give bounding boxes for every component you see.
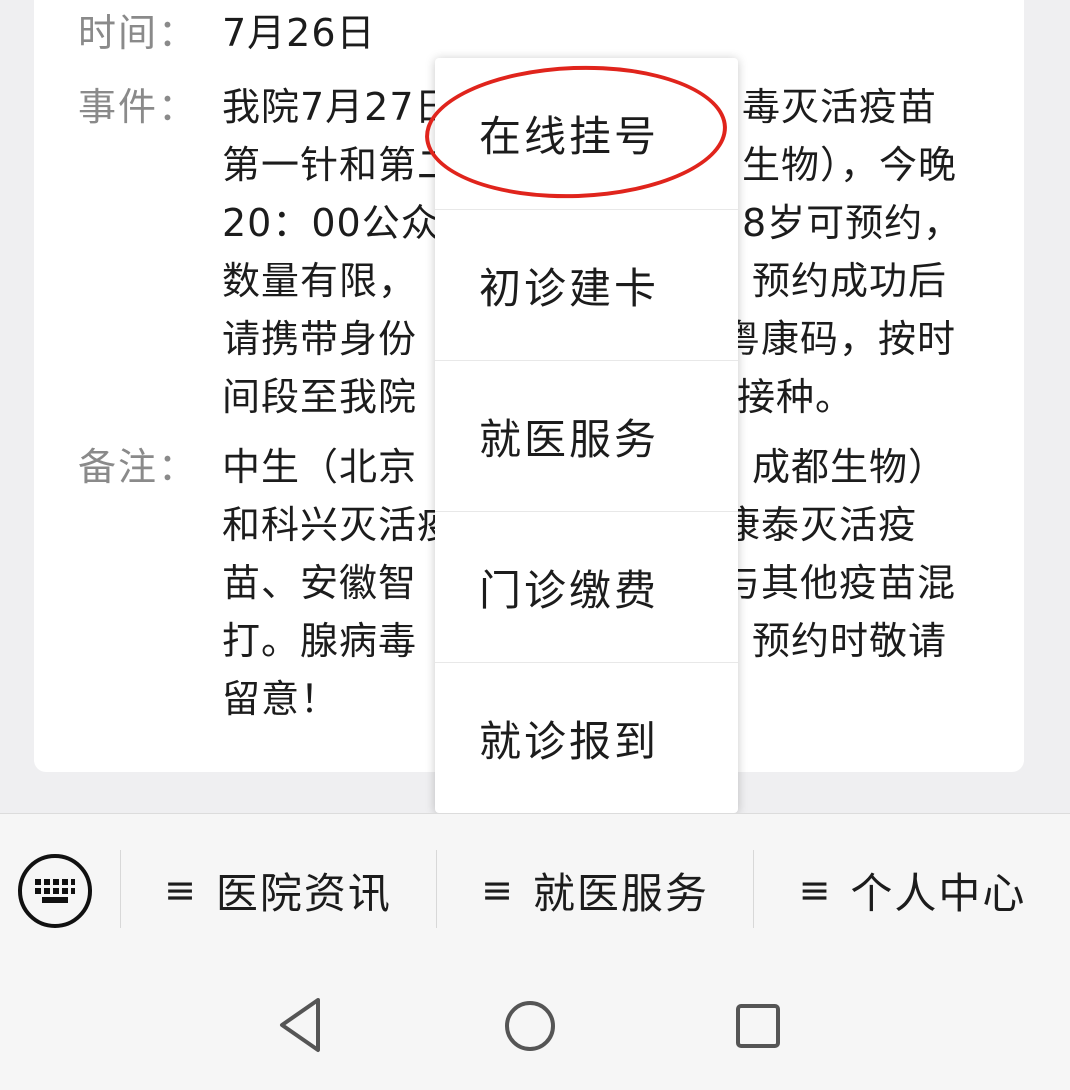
tab-personal-center[interactable]: ≡ 个人中心 [755, 850, 1070, 930]
tab-divider [753, 850, 754, 928]
event-label: 事件： [78, 85, 199, 129]
tab-hospital-news[interactable]: ≡ 医院资讯 [122, 850, 434, 930]
menu-icon: ≡ [164, 868, 198, 912]
time-label: 时间： [78, 11, 199, 55]
keyboard-icon[interactable] [18, 854, 92, 928]
tab-label: 就医服务 [532, 868, 709, 918]
back-icon[interactable] [276, 990, 324, 1060]
menu-icon: ≡ [798, 868, 833, 912]
tab-label: 医院资讯 [215, 868, 392, 918]
menu-item-outpatient-payment[interactable]: 门诊缴费 [435, 511, 738, 662]
tab-divider [120, 850, 121, 928]
keyboard-glyph [35, 879, 75, 903]
menu-item-first-visit-card[interactable]: 初诊建卡 [435, 209, 738, 360]
menu-icon: ≡ [481, 868, 515, 912]
tab-divider [436, 850, 437, 928]
note-label: 备注： [78, 445, 199, 489]
tab-medical-service[interactable]: ≡ 就医服务 [438, 850, 752, 930]
home-icon[interactable] [503, 999, 557, 1053]
menu-item-medical-service[interactable]: 就医服务 [435, 360, 738, 511]
tab-label: 个人中心 [850, 868, 1027, 918]
menu-item-check-in[interactable]: 就诊报到 [435, 662, 738, 813]
time-value: 7月26日 [222, 11, 376, 55]
recents-icon[interactable] [735, 1003, 781, 1049]
